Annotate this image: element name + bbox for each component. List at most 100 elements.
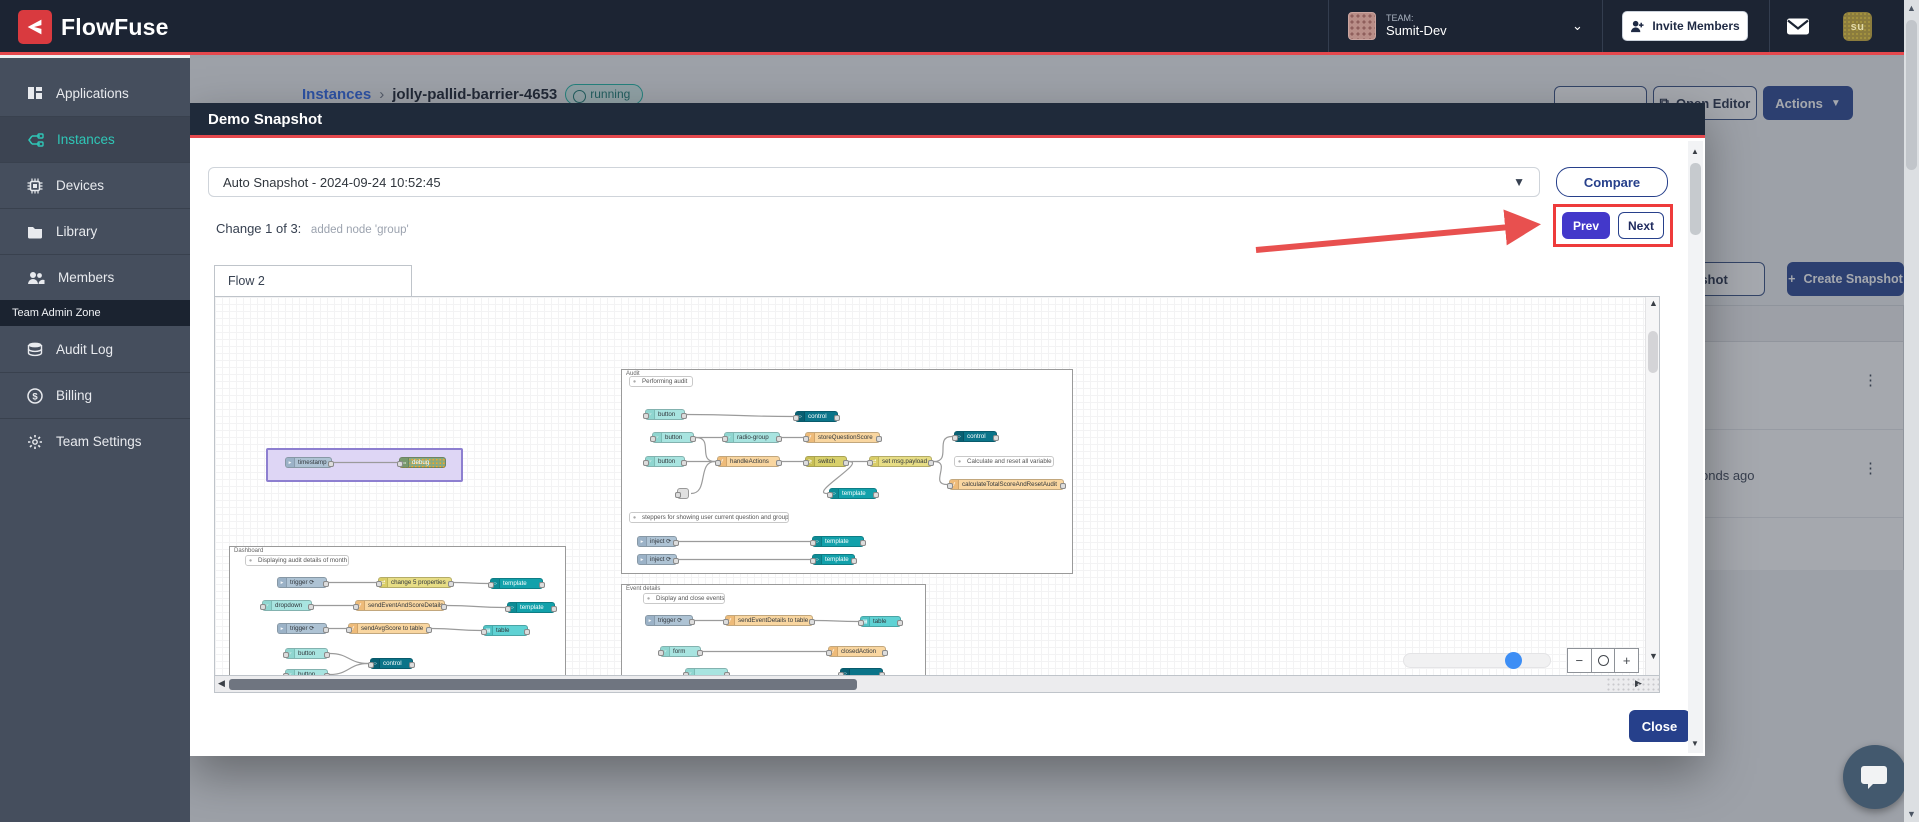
app-root: Instances › jolly-pallid-barrier-4653 ru… [0,0,1919,822]
flow-node: ‹› [838,668,885,675]
close-button[interactable]: Close [1629,710,1690,742]
flow-node: ☞ button [283,648,330,659]
flow-node: ● Displaying audit details of month [245,555,349,566]
flow-node: ● steppers for showing user current quest… [629,512,789,523]
flow-canvas[interactable]: Event details Dashboard Audit ▲ ▼ − + ▸ tim… [214,296,1660,676]
invite-members-label: Invite Members [1652,19,1740,33]
flow-node: ⇄ change 5 properties [376,577,454,588]
canvas-vscroll-thumb[interactable] [1648,331,1658,373]
template-node-icon: ‹› [491,579,500,588]
sidebar-item-audit-log[interactable]: Audit Log [0,326,190,372]
brand[interactable]: FlowFuse [18,10,169,44]
flow-node-label: timestamp [298,459,327,466]
flow-node: ‹› template [827,488,879,499]
flow-node: ▦ table [481,625,530,636]
canvas-vertical-scrollbar[interactable]: ▲ ▼ [1645,297,1659,675]
widget-node-icon: ☞ [653,433,662,442]
flow-node [675,488,689,499]
change-node-icon: ⇄ [379,578,388,587]
modal-scrollbar[interactable]: ▲ ▼ [1688,141,1703,753]
snapshot-select[interactable]: Auto Snapshot - 2024-09-24 10:52:45 ▼ [208,167,1540,197]
table-node-icon: ▦ [861,617,870,626]
chat-widget-button[interactable] [1843,745,1907,809]
modal-scroll-thumb[interactable] [1690,163,1701,235]
sidebar-item-team-settings[interactable]: Team Settings [0,418,190,464]
invite-members-button[interactable]: Invite Members [1622,11,1748,41]
sidebar-item-instances[interactable]: Instances [0,116,190,162]
scroll-up-icon[interactable]: ▲ [1904,3,1919,13]
zoom-in-button[interactable]: + [1615,649,1638,672]
flow-node: f closedAction [826,646,888,657]
flow-node-label: closedAction [841,648,877,655]
sidebar-item-members[interactable]: Members [0,254,190,300]
change-node-icon: ⇄ [870,457,879,466]
comment-node-icon: ● [630,377,639,386]
flow-tab[interactable]: Flow 2 [214,265,412,296]
instances-icon [28,132,44,147]
flow-node: ☞ dropdown [260,600,314,611]
mail-icon[interactable] [1786,17,1810,41]
flow-node-label: button [665,434,683,441]
canvas-horizontal-scrollbar[interactable]: ◀ ▶ [214,676,1660,693]
prev-button[interactable]: Prev [1562,212,1610,239]
flow-node-label: template [842,490,866,497]
flow-tab-label: Flow 2 [228,274,265,288]
scroll-up-icon[interactable]: ▲ [1691,147,1699,156]
template-node-icon: ‹› [813,537,822,546]
flow-node: ▸ trigger ⟳ [645,615,695,626]
comment-node-icon: ● [644,594,653,603]
canvas-hscroll-thumb[interactable] [229,679,857,690]
scroll-down-icon[interactable]: ▼ [1904,809,1919,819]
flow-node: f storeQuestionScore [803,432,882,443]
function-node-icon: f [718,457,727,466]
user-avatar[interactable]: su [1843,12,1872,41]
flow-node: ☞ button [650,432,696,443]
scroll-up-icon[interactable]: ▲ [1649,299,1658,308]
sidebar-item-billing[interactable]: $ Billing [0,372,190,418]
flow-node: ▸ trigger ⟳ [277,577,329,588]
flow-node: ☞ button [283,669,330,675]
change-label: Change 1 of 3: [216,221,302,236]
zoom-reset-button[interactable] [1592,649,1616,672]
sidebar-item-label: Applications [56,85,129,101]
zoom-slider-thumb[interactable] [1505,652,1522,669]
flow-node: ☞ radio-group [722,432,782,443]
flow-node: ⇄ set msg.payload [867,456,934,467]
comment-node-icon: ● [630,513,639,522]
flow-node: ‹› control [368,658,415,669]
chevron-down-icon[interactable]: ⌄ [1572,18,1583,34]
canvas-zoom-slider[interactable] [1403,652,1551,669]
debug-node-icon: ⚏ [400,458,409,467]
flow-node-label: button [658,458,676,465]
compare-button[interactable]: Compare [1556,167,1668,197]
zoom-out-button[interactable]: − [1568,649,1592,672]
flow-node: f sendEventAndScoreDetails [353,600,447,611]
flow-node: ‹› template [810,554,857,565]
flow-node: ‹› template [505,602,557,613]
page-scrollbar[interactable]: ▲ ▼ [1904,0,1919,822]
team-selector[interactable]: TEAM: Sumit-Dev [1348,0,1447,52]
divider [1769,0,1770,52]
flow-node: ▸ trigger ⟳ [277,623,329,634]
sidebar-item-devices[interactable]: Devices [0,162,190,208]
chat-bubble-icon [1861,766,1887,789]
scroll-down-icon[interactable]: ▼ [1691,739,1699,748]
sidebar-item-label: Team Settings [56,434,142,449]
sidebar-item-label: Instances [57,132,115,147]
flow-node: f sendEventDetails to table [723,615,815,626]
sidebar-item-applications[interactable]: Applications [0,70,190,116]
flow-node: ● Performing audit [629,376,693,387]
function-node-icon: f [726,616,735,625]
flow-node-label: change 5 properties [391,579,446,586]
scroll-down-icon[interactable]: ▼ [1649,652,1658,661]
scroll-left-icon[interactable]: ◀ [218,679,225,688]
inject-node-icon: ▸ [638,537,647,546]
inject-node-icon: ▸ [278,578,287,587]
flow-node-label: storeQuestionScore [818,434,873,441]
flow-node-label: radio-group [737,434,769,441]
template-node-icon: ‹› [508,603,517,612]
next-button[interactable]: Next [1618,212,1664,239]
page-scroll-thumb[interactable] [1906,20,1917,170]
flow-node-label: Display and close events [656,595,724,602]
sidebar-item-library[interactable]: Library [0,208,190,254]
